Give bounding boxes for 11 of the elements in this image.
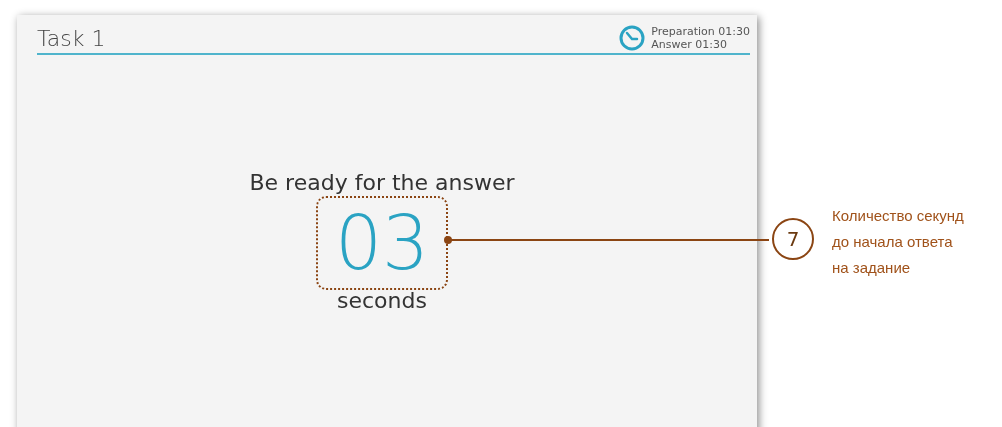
clock-icon xyxy=(619,25,646,51)
callout-text: Количество секунд xyxy=(832,206,964,226)
callout-text: на задание xyxy=(832,258,912,278)
callout-number: 7 xyxy=(772,218,814,260)
task-title: Task 1 xyxy=(37,26,106,53)
countdown-number: 03 xyxy=(334,204,430,282)
timer-text: Preparation 01:30 xyxy=(651,25,750,38)
timer-text: Answer 01:30 xyxy=(651,38,728,51)
callout-text: до начала ответа xyxy=(832,232,954,252)
prompt-text: Be ready for the answer xyxy=(249,170,515,196)
unit-text: seconds xyxy=(337,290,427,312)
